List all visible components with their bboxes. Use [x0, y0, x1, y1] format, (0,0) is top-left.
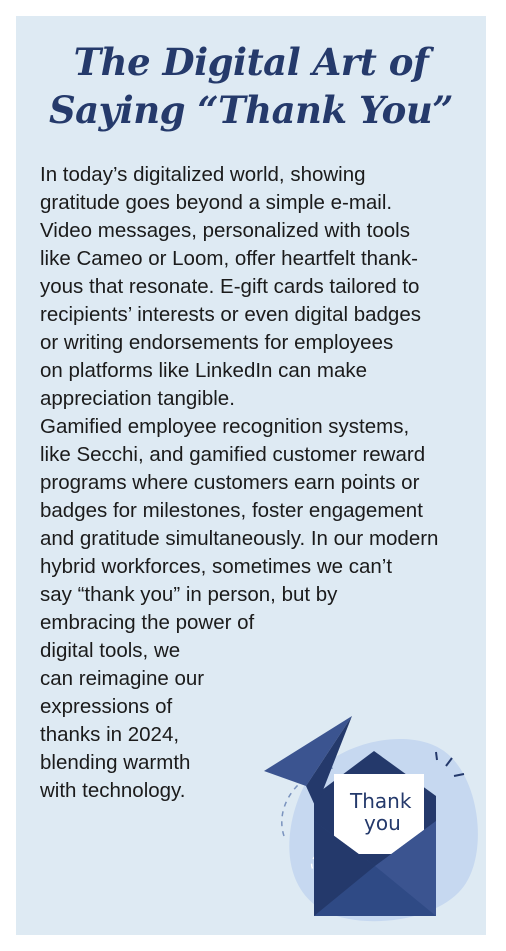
text-line: yous that resonate. E-gift cards tailore… [40, 275, 420, 298]
text-line: or writing endorsements for employees [40, 331, 394, 354]
sidebar-panel: The Digital Art of Saying “Thank You” In… [16, 16, 486, 935]
text-line: embracing the power of [40, 611, 255, 634]
thank-you-envelope-icon: Thank you [264, 716, 484, 926]
text-line: say “thank you” in person, but by [40, 583, 338, 606]
text-line: can reimagine our [40, 667, 205, 690]
text-line: programs where customers earn points or [40, 471, 420, 494]
card-text-thank: Thank [349, 789, 412, 813]
page-title: The Digital Art of Saying “Thank You” [16, 38, 486, 134]
text-line: like Secchi, and gamified customer rewar… [40, 443, 426, 466]
text-line: In today’s digitalized world, showing [40, 163, 366, 186]
text-line: hybrid workforces, sometimes we can’t [40, 555, 393, 578]
title-line-2: Saying “Thank You” [48, 88, 454, 132]
sparkle-line [435, 751, 438, 761]
text-line: digital tools, we [40, 639, 181, 662]
text-line: appreciation tangible. [40, 387, 235, 410]
paragraph-1: In today’s digitalized world, showing gr… [40, 161, 480, 413]
text-line: like Cameo or Loom, offer heartfelt than… [40, 247, 418, 270]
text-line: recipients’ interests or even digital ba… [40, 303, 421, 326]
text-line: badges for milestones, foster engagement [40, 499, 423, 522]
text-line: Gamified employee recognition systems, [40, 415, 410, 438]
text-line: gratitude goes beyond a simple e-mail. [40, 191, 393, 214]
card-text-you: you [364, 811, 401, 835]
text-line: Video messages, personalized with tools [40, 219, 410, 242]
title-line-1: The Digital Art of [73, 40, 429, 84]
text-line: on platforms like LinkedIn can make [40, 359, 368, 382]
text-line: and gratitude simultaneously. In our mod… [40, 527, 439, 550]
envelope-illustration: Thank you [264, 716, 478, 922]
